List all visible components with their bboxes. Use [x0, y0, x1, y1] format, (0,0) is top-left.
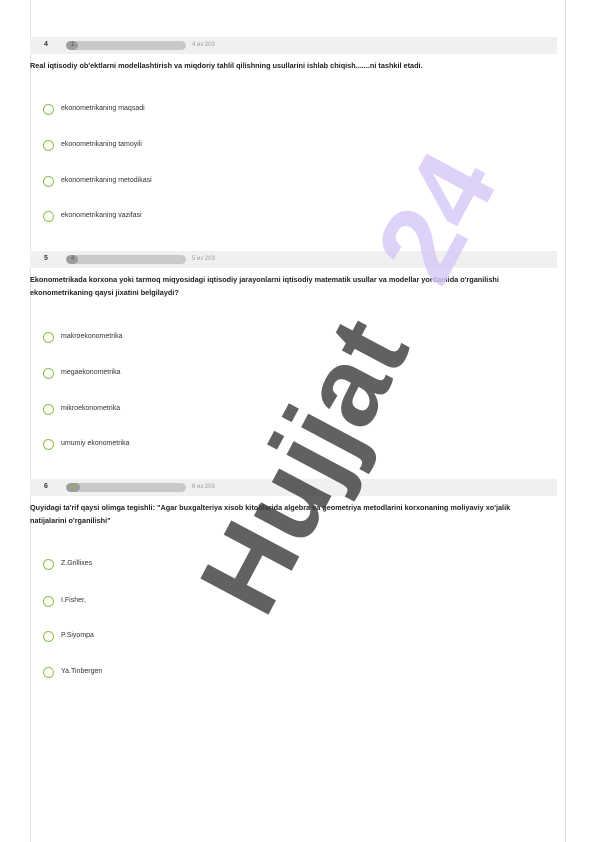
radio-button[interactable]: [43, 404, 54, 415]
radio-button[interactable]: [43, 332, 54, 343]
progress-value: 4: [71, 256, 75, 262]
radio-button[interactable]: [43, 104, 54, 115]
answer-label: megaekonometrika: [61, 369, 121, 376]
answer-label: Z.Grillixes: [61, 560, 93, 567]
question-progress-bar: ●: [66, 483, 186, 492]
radio-button[interactable]: [43, 631, 54, 642]
answer-label: I.Fisher,: [61, 597, 86, 604]
answer-label: Ya.Tinbergen: [61, 668, 103, 675]
radio-button[interactable]: [43, 439, 54, 450]
answer-label: umumiy ekonometrika: [61, 440, 130, 447]
question-position: 4 из 203: [192, 42, 215, 48]
answer-label: P.Siyompa: [61, 632, 94, 639]
answer-label: mikroekonometrika: [61, 405, 121, 412]
radio-button[interactable]: [43, 596, 54, 607]
question-text: Quyidagi ta'rif qaysi olimga tegishli: "…: [30, 503, 511, 525]
radio-button[interactable]: [43, 211, 54, 222]
question-progress-bar: 1: [66, 41, 186, 50]
radio-button[interactable]: [43, 559, 54, 570]
quiz-page: 4 1 4 из 203 Real iqtisodiy ob'ektlarni …: [30, 0, 565, 842]
right-margin-line: [565, 0, 566, 842]
question-header-5: 5 4 5 из 203: [30, 251, 557, 268]
answer-label: makroekonometrika: [61, 333, 123, 340]
answer-label: ekonometrikaning tamoyili: [61, 141, 142, 148]
question-number: 6: [44, 483, 48, 490]
question-text: Real iqtisodiy ob'ektlarni modellashtiri…: [30, 61, 423, 70]
question-number: 4: [44, 41, 48, 48]
answer-label: ekonometrikaning vazifasi: [61, 212, 142, 219]
question-number: 5: [44, 255, 48, 262]
radio-button[interactable]: [43, 667, 54, 678]
progress-value: ●: [71, 483, 76, 490]
question-position: 5 из 203: [192, 256, 215, 262]
question-header-6: 6 ● 6 из 203: [30, 479, 557, 496]
question-header-4: 4 1 4 из 203: [30, 37, 557, 54]
question-progress-bar: 4: [66, 255, 186, 264]
answer-label: ekonometrikaning maqsadi: [61, 105, 145, 112]
answer-label: ekonometrikaning metodikasi: [61, 177, 152, 184]
progress-value: 1: [71, 42, 75, 48]
question-position: 6 из 203: [192, 484, 215, 490]
radio-button[interactable]: [43, 368, 54, 379]
question-text: Ekonometrikada korxona yoki tarmoq miqyo…: [30, 275, 499, 297]
radio-button[interactable]: [43, 140, 54, 151]
radio-button[interactable]: [43, 176, 54, 187]
